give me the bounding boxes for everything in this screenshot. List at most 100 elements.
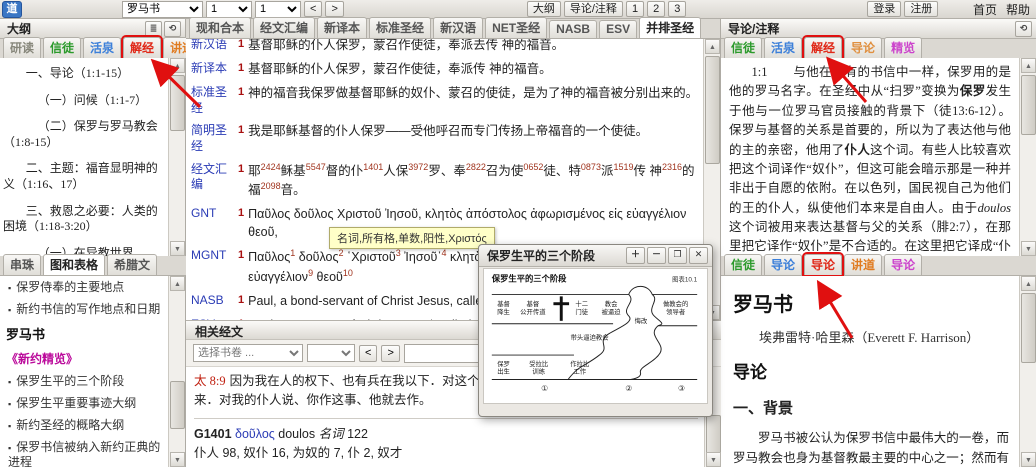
- charts-tab[interactable]: 图和表格: [43, 254, 105, 275]
- scrollbar-thumb[interactable]: [1021, 293, 1036, 363]
- bible-version-tab[interactable]: ESV: [599, 20, 637, 38]
- introduction-scrollbar[interactable]: ▲ ▼: [1019, 276, 1036, 467]
- introduction-tab[interactable]: 导论: [804, 254, 842, 275]
- commentary-tab[interactable]: 精览: [884, 37, 922, 58]
- layout-3-button[interactable]: 3: [668, 1, 686, 17]
- bible-version-tab[interactable]: NASB: [549, 20, 597, 38]
- bible-version-label[interactable]: 简明圣经: [191, 122, 238, 154]
- chart-list-item[interactable]: 新约书信的写作地点和日期: [8, 302, 167, 317]
- chart-list-item[interactable]: 保罗生平的三个阶段: [8, 374, 167, 389]
- bible-version-label[interactable]: MGNT: [191, 247, 238, 286]
- register-button[interactable]: 注册: [904, 1, 938, 17]
- verse-reference[interactable]: 太 8:9: [194, 374, 226, 388]
- zoom-in-icon[interactable]: ＋: [626, 247, 645, 264]
- outline-tab[interactable]: 研读: [3, 37, 41, 58]
- scroll-up-icon[interactable]: ▲: [170, 276, 185, 291]
- refresh-icon[interactable]: ⟲: [1015, 21, 1032, 37]
- scroll-down-icon[interactable]: ▼: [706, 452, 721, 467]
- related-prev-button[interactable]: <: [359, 345, 377, 362]
- outline-tab[interactable]: 信徒: [43, 37, 81, 58]
- refresh-icon[interactable]: ⟲: [164, 21, 181, 37]
- related-next-button[interactable]: >: [381, 345, 399, 362]
- related-book-select[interactable]: 选择书卷 ...: [193, 344, 303, 362]
- outline-tabbar: 研读 信徒 活泉 解经 讲道: [0, 39, 185, 59]
- scroll-up-icon[interactable]: ▲: [705, 39, 720, 54]
- diagram-label: 基督: [527, 299, 540, 308]
- book-select[interactable]: 罗马书: [122, 1, 203, 18]
- chart-list-item[interactable]: 新约圣经的概略大纲: [8, 418, 167, 433]
- outline-tab[interactable]: 解经: [123, 37, 161, 58]
- bible-version-label[interactable]: 新汉语: [191, 39, 238, 54]
- scroll-up-icon[interactable]: ▲: [1021, 276, 1036, 291]
- bible-version-label[interactable]: 标准圣经: [191, 84, 238, 116]
- login-button[interactable]: 登录: [867, 1, 901, 17]
- scrollbar-thumb[interactable]: [1021, 75, 1036, 135]
- chart-float-window[interactable]: 保罗生平的三个阶段 ＋ － ❐ ✕ 保罗生平的三个阶段 图表10.1: [478, 244, 713, 417]
- chart-list-item[interactable]: 保罗书信被纳入新约正典的进程: [8, 440, 167, 467]
- bible-version-label[interactable]: GNT: [191, 205, 238, 241]
- charts-tab[interactable]: 串珠: [3, 254, 41, 275]
- scroll-down-icon[interactable]: ▼: [170, 452, 185, 467]
- charts-scrollbar[interactable]: ▲ ▼: [168, 276, 185, 467]
- scroll-down-icon[interactable]: ▼: [1021, 452, 1036, 467]
- bible-version-tab[interactable]: 并排圣经: [639, 17, 701, 38]
- commentary-tab[interactable]: 导论: [844, 37, 882, 58]
- intro-view-button[interactable]: 导论/注释: [564, 1, 623, 17]
- chart-list-item[interactable]: 保罗生平重要事迹大纲: [8, 396, 167, 411]
- related-chapter-select[interactable]: [307, 344, 355, 362]
- close-icon[interactable]: ✕: [689, 247, 708, 264]
- introduction-tab[interactable]: 导论: [764, 254, 802, 275]
- app-logo[interactable]: 道: [2, 1, 22, 18]
- introduction-tabbar: 信徒 导论 导论 讲道 导论: [721, 256, 1036, 276]
- diagram-label: 受拉比: [529, 359, 548, 368]
- next-chapter-button[interactable]: >: [325, 1, 343, 17]
- bible-version-label[interactable]: 经文汇编: [191, 161, 238, 200]
- scrollbar-thumb[interactable]: [170, 381, 185, 429]
- introduction-tab[interactable]: 导论: [884, 254, 922, 275]
- introduction-tab[interactable]: 信徒: [724, 254, 762, 275]
- home-link[interactable]: 首页: [973, 1, 997, 18]
- outline-item[interactable]: 三、救恩之必要：人类的困境（1:18-3:20）: [3, 204, 167, 235]
- outline-tab[interactable]: 活泉: [83, 37, 121, 58]
- bible-version-tab[interactable]: 新汉语: [433, 17, 483, 38]
- help-link[interactable]: 帮助: [1006, 1, 1030, 18]
- bible-version-tab[interactable]: 经文汇编: [253, 17, 315, 38]
- charts-tab[interactable]: 希腊文: [107, 254, 157, 275]
- scroll-up-icon[interactable]: ▲: [170, 58, 185, 73]
- outline-scrollbar[interactable]: ▲ ▼: [168, 58, 185, 256]
- verse-select[interactable]: 1: [255, 1, 301, 18]
- prev-chapter-button[interactable]: <: [304, 1, 322, 17]
- scrollbar-thumb[interactable]: [705, 56, 720, 164]
- outline-item[interactable]: 一、导论（1:1-15）: [3, 66, 167, 82]
- outline-item[interactable]: 二、主题：福音显明神的义（1:16、17）: [3, 161, 167, 192]
- outline-item[interactable]: （一）问候（1:1-7）: [3, 93, 167, 109]
- list-icon[interactable]: ≣: [145, 21, 162, 37]
- bible-version-tab[interactable]: NET圣经: [485, 17, 547, 38]
- stage-number: ①: [541, 384, 548, 393]
- commentary-tab[interactable]: 信徒: [724, 37, 762, 58]
- commentary-scrollbar[interactable]: ▲ ▼: [1019, 58, 1036, 256]
- restore-icon[interactable]: ❐: [668, 247, 687, 264]
- commentary-tab[interactable]: 活泉: [764, 37, 802, 58]
- float-window-titlebar[interactable]: 保罗生平的三个阶段 ＋ － ❐ ✕: [479, 245, 712, 267]
- introduction-tab[interactable]: 讲道: [844, 254, 882, 275]
- bible-version-tab[interactable]: 现和合本: [189, 17, 251, 38]
- outline-view-button[interactable]: 大纲: [527, 1, 561, 17]
- bible-version-label[interactable]: 新译本: [191, 60, 238, 78]
- bible-version-tab[interactable]: 标准圣经: [369, 17, 431, 38]
- chapter-select[interactable]: 1: [206, 1, 252, 18]
- scrollbar-thumb[interactable]: [170, 75, 185, 131]
- strongs-entry-line: G1401 δοῦλος doulos 名词 122: [194, 425, 698, 444]
- outline-item[interactable]: （二）保罗与罗马教会（1:8-15）: [3, 119, 167, 150]
- scroll-down-icon[interactable]: ▼: [1021, 241, 1036, 256]
- charts-series-title[interactable]: 《新约精览》: [6, 350, 167, 367]
- scroll-up-icon[interactable]: ▲: [1021, 58, 1036, 73]
- layout-2-button[interactable]: 2: [647, 1, 665, 17]
- commentary-tab[interactable]: 解经: [804, 37, 842, 58]
- chart-list-item[interactable]: 保罗侍奉的主要地点: [8, 280, 167, 295]
- minimize-icon[interactable]: －: [647, 247, 666, 264]
- bible-version-label[interactable]: NASB: [191, 292, 238, 310]
- bible-version-tab[interactable]: 新译本: [317, 17, 367, 38]
- scroll-down-icon[interactable]: ▼: [170, 241, 185, 256]
- layout-1-button[interactable]: 1: [626, 1, 644, 17]
